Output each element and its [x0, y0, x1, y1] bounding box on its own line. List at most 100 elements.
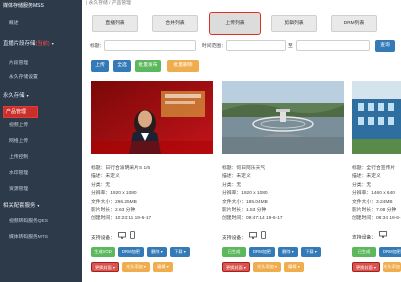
sidebar: 媒体存储服务MSS 概述 直播片段存储(当前) ▾ 片段管理 永久存储设置 永久存… [0, 0, 82, 282]
card-actions-row1: 生成VOD DRM加密 删除 ▾ 下载 ▾ [91, 247, 213, 258]
select-all-button[interactable]: 全选 [113, 60, 131, 72]
batch-delete-button[interactable]: 批量删除 [167, 60, 199, 72]
delete-dropdown[interactable]: 删除 ▾ [278, 247, 298, 257]
tab-clip-list[interactable]: 剪辑列表 [271, 15, 317, 32]
end-time-input[interactable] [296, 40, 370, 51]
sidebar-item-network-upload[interactable]: 网络上传 [0, 134, 82, 150]
video-description: 描述：未定义 [352, 174, 381, 180]
card-actions-row2: 更换封面 ▾ 光头添加 ▾ 编辑 ▾ [222, 262, 344, 273]
sidebar-item-video-upload[interactable]: 视频上传 [0, 118, 82, 134]
edit-dropdown[interactable]: 编辑 ▾ [153, 262, 173, 272]
batch-publish-button[interactable]: 批量发布 [135, 60, 161, 72]
breadcrumb: | 永久存储 / 产品管理 [86, 1, 131, 6]
sidebar-group-related[interactable]: 相关配套服务 ▾ [0, 198, 82, 214]
devices-label: 支持设备： [91, 235, 115, 241]
add-intro-dropdown[interactable]: 光头添加 ▾ [253, 262, 281, 272]
sidebar-item-watermark[interactable]: 水印管理 [0, 166, 82, 182]
tab-merge-list[interactable]: 合并列表 [152, 15, 198, 32]
title-search-input[interactable] [104, 40, 196, 51]
video-thumbnail[interactable] [222, 81, 344, 154]
sidebar-item-mts[interactable]: 媒体转码服务MTS [0, 230, 82, 246]
video-duration: 影片时长：2.63 分钟 [91, 207, 136, 213]
sidebar-group-label: 永久存储 [3, 93, 25, 99]
title-label: 标题： [90, 44, 105, 49]
video-title: 标题：全行合宣传片 [352, 166, 396, 171]
supported-devices: 支持设备： [352, 231, 388, 241]
video-description: 描述：未定义 [91, 174, 120, 180]
video-title: 标题：日行合渝明采片S 1/6 [91, 166, 151, 171]
sidebar-group-permanent[interactable]: 永久存储 ▾ [0, 88, 82, 104]
add-intro-dropdown[interactable]: 光头添加 ▾ [122, 262, 150, 272]
add-intro-dropdown[interactable]: 光头添加 ▾ [383, 262, 401, 272]
edit-dropdown[interactable]: 编辑 ▾ [284, 262, 304, 272]
drm-encrypt-button[interactable]: DRM加密 [379, 247, 401, 257]
drm-encrypt-button[interactable]: DRM加密 [249, 247, 275, 257]
change-cover-dropdown[interactable]: 更换封面 ▾ [352, 262, 380, 272]
start-time-input[interactable] [226, 40, 286, 51]
desktop-icon [118, 231, 127, 244]
video-size: 文件大小：3.24MB [352, 199, 393, 205]
tab-live-list[interactable]: 直播列表 [92, 15, 138, 32]
landscape-image [222, 81, 344, 154]
change-cover-dropdown[interactable]: 更换封面 ▾ [222, 262, 250, 272]
video-meta: 标题：何日阿乐天气 描述：未定义 分类：无 分辨率：1920 x 1080 文件… [222, 165, 344, 224]
video-created: 创建时间：08:34 19-6-17 [352, 216, 401, 222]
time-range-label: 时间范围： [202, 44, 226, 49]
chevron-down-icon: ▾ [51, 41, 54, 46]
tab-upload-list[interactable]: 上传列表 [209, 12, 261, 35]
video-resolution: 分辨率：1920 x 1080 [222, 191, 268, 197]
supported-devices: 支持设备： [91, 231, 135, 241]
change-cover-dropdown[interactable]: 更换封面 ▾ [91, 262, 119, 272]
video-card: 标题：日行合渝明采片S 1/6 描述：未定义 分类：无 分辨率：1920 x 1… [91, 81, 213, 282]
card-actions-row1: 已生成 DRM加密 删除 ▾ 下载 ▾ [222, 247, 344, 258]
download-dropdown[interactable]: 下载 ▾ [301, 247, 321, 257]
upload-button[interactable]: 上传 [91, 60, 109, 72]
drm-encrypt-button[interactable]: DRM加密 [118, 247, 144, 257]
video-created: 创建时间：09:47:14 19-6-17 [222, 216, 283, 222]
video-thumbnail[interactable] [91, 81, 213, 154]
devices-label: 支持设备： [352, 235, 376, 241]
video-size: 文件大小：185.04MB [222, 199, 268, 205]
video-description: 描述：未定义 [222, 174, 251, 180]
sidebar-item-upload-control[interactable]: 上传控制 [0, 150, 82, 166]
generate-vod-button[interactable]: 生成VOD [91, 247, 115, 257]
main-content: | 永久存储 / 产品管理 直播列表 合并列表 上传列表 剪辑列表 DRM列表 … [82, 0, 401, 282]
video-title: 标题：何日阿乐天气 [222, 166, 266, 171]
building-image [352, 81, 401, 154]
video-size: 文件大小：296.25MB [91, 199, 137, 205]
sidebar-item-permanent-settings[interactable]: 永久存储设置 [0, 70, 82, 86]
video-resolution: 分辨率：1920 x 1080 [91, 191, 137, 197]
chevron-down-icon: ▾ [37, 203, 40, 208]
generate-vod-button[interactable]: 已生成 [352, 247, 376, 257]
video-category: 分类：无 [352, 182, 372, 188]
card-actions-row2: 更换封面 ▾ 光头添加 ▾ 编辑 ▾ [91, 262, 213, 273]
brand-title: 媒体存储服务MSS [0, 0, 82, 12]
sidebar-item-resource[interactable]: 资源管理 [0, 182, 82, 198]
supported-devices: 支持设备： [222, 231, 266, 241]
download-dropdown[interactable]: 下载 ▾ [170, 247, 190, 257]
tab-bar: 直播列表 合并列表 上传列表 剪辑列表 DRM列表 [82, 12, 401, 36]
video-duration: 影片时长：1.53 分钟 [222, 207, 267, 213]
video-meta: 标题：全行合宣传片 描述：未定义 分类：无 分辨率：1460 x 640 文件大… [352, 165, 401, 224]
sidebar-group-label: 相关配套服务 [3, 203, 36, 209]
mobile-icon [129, 231, 135, 244]
sidebar-group-live-storage[interactable]: 直播片段存储(当前) ▾ [0, 36, 82, 52]
generate-vod-button[interactable]: 已生成 [222, 247, 246, 257]
to-label: 至 [288, 44, 293, 49]
chevron-down-icon: ▾ [26, 93, 29, 98]
sidebar-item-overview[interactable]: 概述 [0, 16, 82, 32]
video-resolution: 分辨率：1460 x 640 [352, 191, 395, 197]
filter-bar: 标题： 时间范围： 至 查询 [82, 40, 401, 52]
desktop-icon [249, 231, 258, 244]
devices-label: 支持设备： [222, 235, 246, 241]
delete-dropdown[interactable]: 删除 ▾ [147, 247, 167, 257]
query-button[interactable]: 查询 [375, 40, 395, 52]
video-thumbnail[interactable] [352, 81, 401, 154]
sidebar-item-product-manage[interactable]: 产品管理 [3, 106, 38, 118]
sidebar-item-qes[interactable]: 视频转码服务QES [0, 214, 82, 230]
video-meta: 标题：日行合渝明采片S 1/6 描述：未定义 分类：无 分辨率：1920 x 1… [91, 165, 213, 224]
mobile-icon [260, 231, 266, 244]
video-created: 创建时间：10:23:11 19-6-17 [91, 216, 152, 222]
tab-drm-list[interactable]: DRM列表 [331, 15, 377, 32]
video-duration: 影片时长：7.08 分钟 [352, 207, 397, 213]
